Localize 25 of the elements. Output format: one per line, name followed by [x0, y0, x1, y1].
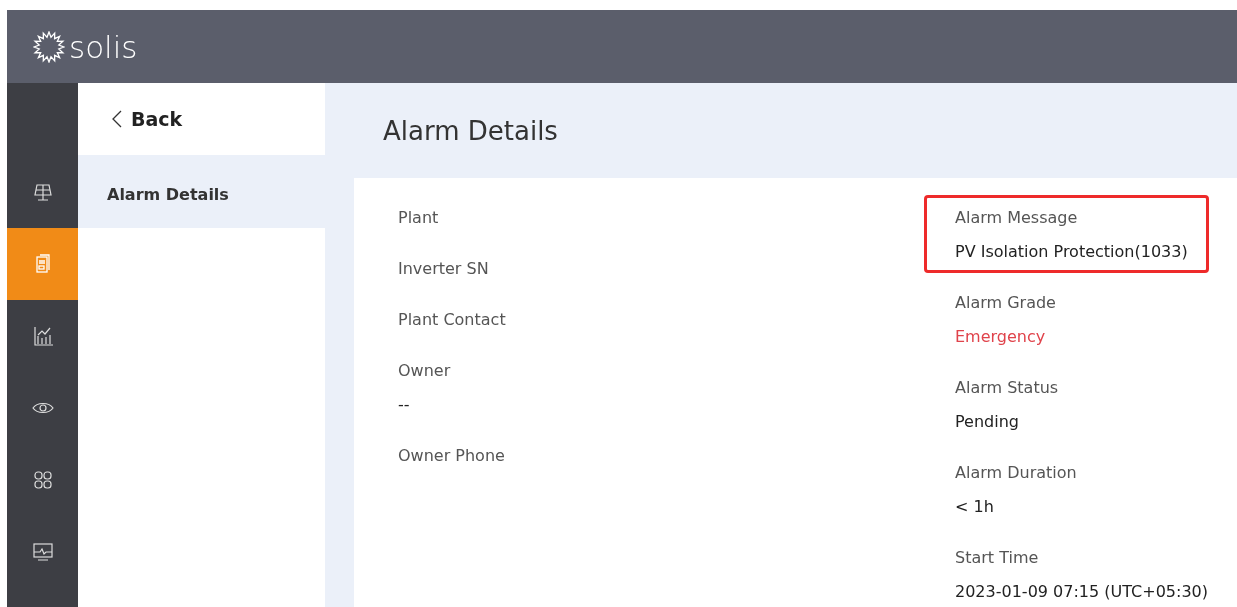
- nav-item[interactable]: Alarm Details: [78, 155, 325, 228]
- field-label: Start Time: [955, 548, 1040, 568]
- field-label: Alarm Duration: [955, 463, 1078, 483]
- field-value: PV Isolation Protection(1033): [955, 242, 1189, 262]
- field-label: Alarm Grade: [955, 293, 1057, 313]
- field-label: Plant Contact: [398, 310, 507, 330]
- logo-icon: [33, 30, 65, 63]
- field-label: Inverter SN: [398, 259, 490, 279]
- brand-name: solis: [69, 28, 138, 65]
- chart-icon: [31, 325, 54, 347]
- field-label: Plant: [398, 208, 440, 228]
- field-label: Alarm Message: [955, 208, 1079, 228]
- monitor-icon: [31, 541, 54, 563]
- page-title: Alarm Details: [382, 114, 559, 148]
- field-label: Owner Phone: [398, 446, 506, 466]
- field-value: Emergency: [955, 327, 1047, 347]
- field-label: Owner: [398, 361, 452, 381]
- solar-panel-icon: [31, 181, 54, 203]
- grid-icon: [31, 469, 54, 491]
- field-label: Alarm Status: [955, 378, 1060, 398]
- field-value: 2023-01-09 07:15 (UTC+05:30): [955, 582, 1209, 602]
- field-value: < 1h: [955, 497, 995, 517]
- field-value: Pending: [955, 412, 1020, 432]
- field-value: --: [398, 395, 411, 415]
- caret-icon: [111, 109, 123, 129]
